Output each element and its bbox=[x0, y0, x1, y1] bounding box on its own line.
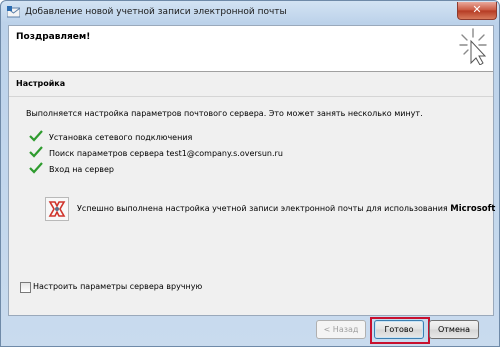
success-message: Успешно выполнена настройка учетной запи… bbox=[77, 204, 499, 214]
step-label: Поиск параметров сервера test1@company.s… bbox=[49, 149, 283, 158]
congrats-heading: Поздравляем! bbox=[16, 32, 91, 42]
close-icon: ✕ bbox=[472, 3, 482, 16]
checkmark-icon bbox=[29, 130, 43, 142]
close-button[interactable]: ✕ bbox=[457, 2, 497, 20]
section-title: Настройка bbox=[16, 79, 66, 88]
wizard-content: Поздравляем! Настройка Выполняется настр… bbox=[8, 25, 499, 316]
section-band: Настройка bbox=[9, 72, 493, 97]
success-text: Успешно выполнена настройка учетной запи… bbox=[77, 204, 448, 213]
outlook-app-icon bbox=[7, 6, 20, 18]
back-button[interactable]: < Назад bbox=[316, 320, 366, 339]
wizard-sparkle-icon bbox=[459, 28, 487, 65]
wizard-header: Поздравляем! bbox=[9, 26, 493, 72]
success-product: Microsoft Exchange bbox=[450, 204, 499, 214]
window-title: Добавление новой учетной записи электрон… bbox=[25, 7, 287, 17]
step-label: Установка сетевого подключения bbox=[49, 133, 193, 142]
button-bar: < Назад Готово Отмена bbox=[1, 315, 499, 346]
checkmark-icon bbox=[29, 162, 43, 174]
step-label: Вход на сервер bbox=[49, 165, 114, 174]
step-login: Вход на сервер bbox=[29, 162, 114, 174]
checkmark-icon bbox=[29, 146, 43, 158]
manual-setup-label[interactable]: Настроить параметры сервера вручную bbox=[33, 282, 202, 291]
title-bar[interactable]: Добавление новой учетной записи электрон… bbox=[1, 1, 499, 25]
finish-button[interactable]: Готово bbox=[374, 320, 424, 339]
progress-intro: Выполняется настройка параметров почтово… bbox=[26, 109, 423, 118]
step-server-search: Поиск параметров сервера test1@company.s… bbox=[29, 146, 283, 158]
exchange-logo-icon bbox=[45, 197, 69, 221]
manual-setup-checkbox[interactable] bbox=[20, 282, 31, 293]
account-setup-window: Добавление новой учетной записи электрон… bbox=[0, 0, 500, 347]
cancel-button[interactable]: Отмена bbox=[429, 320, 479, 339]
step-network: Установка сетевого подключения bbox=[29, 130, 193, 142]
progress-area: Выполняется настройка параметров почтово… bbox=[9, 97, 499, 315]
